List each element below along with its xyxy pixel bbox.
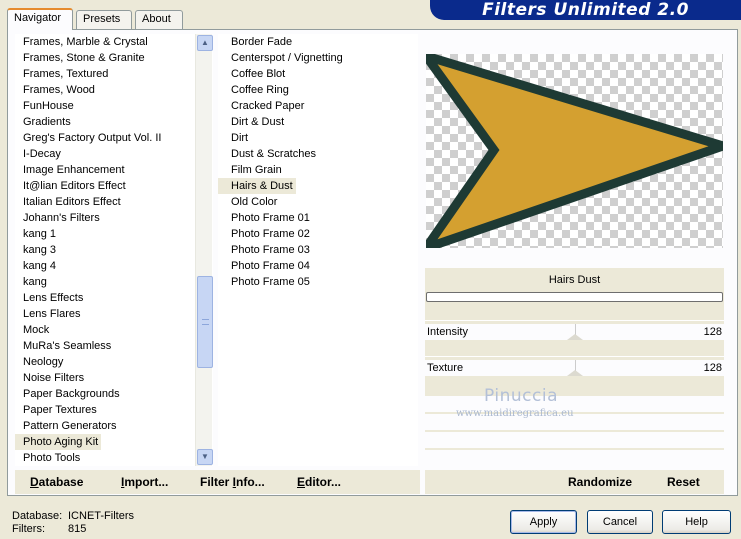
slider-value: 128 [703, 362, 722, 374]
filter-list-item[interactable]: Dirt [218, 130, 418, 146]
app-title-banner: Filters Unlimited 2.0 [430, 0, 741, 20]
tab-navigator[interactable]: Navigator [7, 8, 73, 30]
category-scrollbar[interactable]: ▲ ▼ [195, 34, 213, 466]
scrollbar-thumb[interactable] [197, 276, 213, 368]
slider-thumb-icon[interactable] [567, 334, 584, 340]
slider-divider [425, 356, 724, 357]
filter-list-item[interactable]: Photo Frame 05 [218, 274, 418, 290]
category-list-item[interactable]: Image Enhancement [15, 162, 213, 178]
empty-control-row [425, 432, 724, 448]
filter-list-item[interactable]: Dust & Scratches [218, 146, 418, 162]
database-label: Database: [12, 510, 63, 522]
filter-list[interactable]: Border Fade Centerspot / Vignetting Coffee… [218, 34, 418, 466]
shortcut-letter: E [297, 475, 306, 489]
category-list-item[interactable]: Frames, Marble & Crystal [15, 34, 213, 50]
category-list-item[interactable]: Frames, Textured [15, 66, 213, 82]
category-list-item[interactable]: Gradients [15, 114, 213, 130]
filter-list-item[interactable]: Photo Frame 02 [218, 226, 418, 242]
filter-title: Hairs Dust [548, 274, 601, 286]
filter-list-item[interactable]: Dirt & Dust [218, 114, 418, 130]
status-info: Database: ICNET-Filters Filters: 815 [12, 510, 134, 536]
button-label: mport... [124, 475, 169, 489]
category-list-item[interactable]: kang 3 [15, 242, 213, 258]
arrow-up-icon[interactable]: ▲ [197, 35, 213, 51]
tab-presets[interactable]: Presets [76, 10, 132, 29]
shortcut-letter: D [30, 475, 39, 489]
category-list-item[interactable]: Frames, Stone & Granite [15, 50, 213, 66]
button-label: ditor... [305, 475, 342, 489]
button-label: Filter [200, 475, 233, 489]
category-list[interactable]: Frames, Marble & Crystal Frames, Stone & … [15, 34, 213, 466]
category-list-item[interactable]: Greg's Factory Output Vol. II [15, 130, 213, 146]
category-list-item[interactable]: kang 1 [15, 226, 213, 242]
filters-count-value: 815 [68, 523, 87, 535]
left-toolbar: Database Import... Filter Info... Editor… [15, 470, 420, 494]
apply-button[interactable]: Apply [510, 510, 577, 534]
progress-bar [426, 292, 723, 302]
watermark-url: www.maidiregrafica.eu [456, 408, 574, 419]
category-list-item[interactable]: kang [15, 274, 213, 290]
button-label: nfo... [236, 475, 265, 489]
filter-list-item[interactable]: Border Fade [218, 34, 418, 50]
category-list-item[interactable]: FunHouse [15, 98, 213, 114]
editor-button[interactable]: Editor... [297, 475, 341, 489]
filter-list-item[interactable]: Cracked Paper [218, 98, 418, 114]
filter-list-item[interactable]: Photo Frame 04 [218, 258, 418, 274]
database-button[interactable]: Database [30, 475, 83, 489]
import-button[interactable]: Import... [121, 475, 168, 489]
database-value: ICNET-Filters [68, 510, 134, 522]
category-list-item[interactable]: Mock [15, 322, 213, 338]
category-list-item[interactable]: Paper Textures [15, 402, 213, 418]
right-toolbar: Randomize Reset [425, 470, 724, 494]
filter-list-item[interactable]: Coffee Ring [218, 82, 418, 98]
category-list-item[interactable]: Lens Effects [15, 290, 213, 306]
grip-icon [202, 319, 209, 325]
category-list-item[interactable]: Italian Editors Effect [15, 194, 213, 210]
filter-list-item[interactable]: Hairs & Dust [218, 178, 296, 194]
cancel-button[interactable]: Cancel [587, 510, 653, 534]
help-button[interactable]: Help [662, 510, 731, 534]
slider-texture[interactable]: Texture 128 [425, 360, 724, 376]
reset-button[interactable]: Reset [667, 475, 700, 489]
category-list-item[interactable]: Lens Flares [15, 306, 213, 322]
filter-info-button[interactable]: Filter Info... [200, 475, 265, 489]
watermark-title: Pinuccia [484, 386, 558, 406]
category-list-item[interactable]: kang 4 [15, 258, 213, 274]
category-list-item[interactable]: Pattern Generators [15, 418, 213, 434]
empty-control-row [425, 450, 724, 466]
tab-about[interactable]: About [135, 10, 183, 29]
category-list-item[interactable]: Photo Tools [15, 450, 213, 466]
arrow-down-icon[interactable]: ▼ [197, 449, 213, 465]
filter-list-item[interactable]: Coffee Blot [218, 66, 418, 82]
slider-intensity[interactable]: Intensity 128 [425, 324, 724, 340]
slider-label: Intensity [427, 326, 468, 338]
category-list-item[interactable]: Noise Filters [15, 370, 213, 386]
filter-list-item[interactable]: Photo Frame 01 [218, 210, 418, 226]
randomize-button[interactable]: Randomize [568, 475, 632, 489]
filter-list-item[interactable]: Film Grain [218, 162, 418, 178]
filter-list-item[interactable]: Old Color [218, 194, 418, 210]
category-list-item[interactable]: Neology [15, 354, 213, 370]
filter-list-item[interactable]: Photo Frame 03 [218, 242, 418, 258]
category-list-item[interactable]: I-Decay [15, 146, 213, 162]
filter-list-item[interactable]: Centerspot / Vignetting [218, 50, 418, 66]
filters-count-label: Filters: [12, 523, 45, 535]
arrow-shape-icon [426, 54, 723, 248]
slider-divider [425, 320, 724, 321]
category-list-item[interactable]: It@lian Editors Effect [15, 178, 213, 194]
category-list-item[interactable]: Paper Backgrounds [15, 386, 213, 402]
category-list-item[interactable]: Photo Aging Kit [15, 434, 101, 450]
preview-image [426, 54, 723, 248]
button-label: atabase [38, 475, 84, 489]
slider-thumb-icon[interactable] [567, 370, 584, 376]
category-list-item[interactable]: Johann's Filters [15, 210, 213, 226]
slider-value: 128 [703, 326, 722, 338]
category-list-item[interactable]: Frames, Wood [15, 82, 213, 98]
slider-label: Texture [427, 362, 464, 374]
category-list-item[interactable]: MuRa's Seamless [15, 338, 213, 354]
